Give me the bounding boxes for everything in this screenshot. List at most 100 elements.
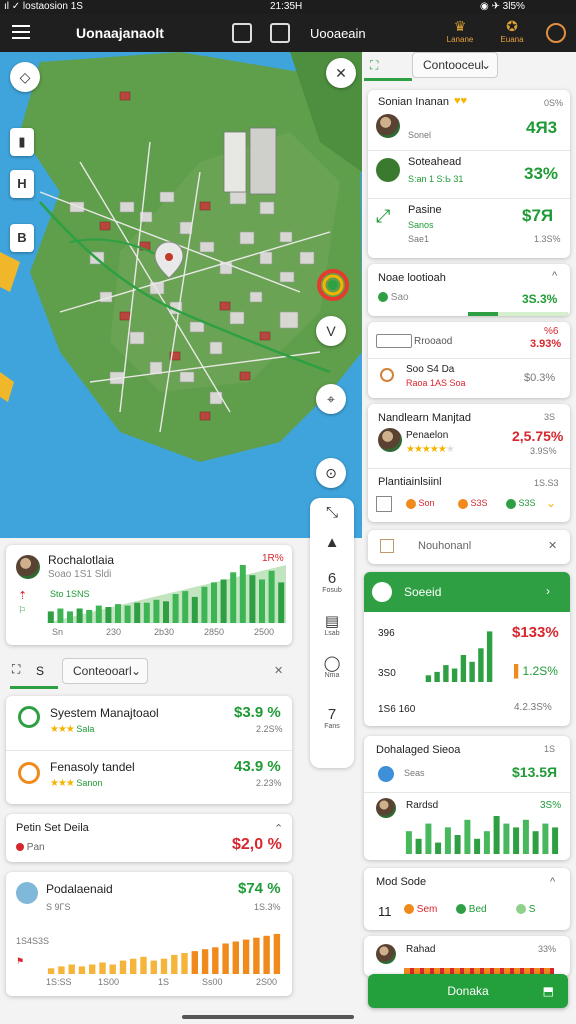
bar-9 <box>130 958 137 974</box>
map-tool-b[interactable]: B <box>10 224 34 252</box>
tool-expand[interactable]: ⤡ <box>310 504 354 521</box>
bar-12 <box>513 827 520 854</box>
right-manager-card[interactable]: Nandlearn Manjtad 3S Penaelon ★★★★★★ 2,5… <box>368 404 570 522</box>
bar-1 <box>405 831 412 854</box>
primary-action-button[interactable]: Donaka ⬒ <box>368 974 568 1008</box>
y-label: 1S4S3S <box>16 936 50 946</box>
map-marker-button[interactable]: ⌖ <box>316 384 346 414</box>
collapse-icon[interactable]: ^ <box>550 876 555 888</box>
left-orange-chart-card[interactable]: Podalaenaid S 9ΓS $74 % 1S.3% 1S4S3S ⚑ 1… <box>6 872 292 996</box>
tool-pin[interactable]: ▲ <box>310 534 354 551</box>
field-icon <box>376 334 412 348</box>
chevron-down-icon[interactable]: ⌄ <box>546 496 556 510</box>
list-item-rating: ★★★ Sala <box>50 724 95 735</box>
tab-indicator <box>10 686 58 689</box>
bar-19 <box>220 579 227 623</box>
right-notice-card[interactable]: Nouhonanl ✕ <box>368 530 570 564</box>
location-pin-icon[interactable]: ◇ <box>10 62 40 92</box>
brand-badge-1[interactable]: ♛ Lanane <box>440 18 480 44</box>
left-alert-card[interactable]: Petin Set Deila ⌃ Pan $2,0 % <box>6 814 292 862</box>
map-filter-button[interactable]: V <box>316 316 346 346</box>
tab-icon[interactable]: ⛶ <box>370 58 378 73</box>
row-top: 33% <box>538 944 557 954</box>
card-sub: Penaelon <box>406 430 449 441</box>
row-label-2: 3S0 <box>378 668 396 679</box>
card-top: 3S <box>544 412 556 422</box>
menu-icon[interactable] <box>12 25 30 39</box>
row-sub: Raoa 1AS Soa <box>406 378 466 388</box>
list-item-top: 0S% <box>544 98 564 108</box>
bar-1 <box>47 611 54 623</box>
map-canvas <box>0 52 362 462</box>
timer-icon[interactable] <box>546 23 566 43</box>
bar-9 <box>124 605 131 623</box>
bar-8 <box>115 604 121 623</box>
flag-icon: ⚑ <box>16 956 25 966</box>
city-map[interactable]: ◇ ✕ ▮ H B V ⌖ ⊙ <box>0 52 362 538</box>
bar-1 <box>425 675 432 682</box>
plant-avatar <box>16 555 40 579</box>
legend-3: S <box>516 904 535 915</box>
tool-fosub[interactable]: 6 Fosub <box>310 570 354 594</box>
left-close-button[interactable]: ✕ <box>274 664 283 677</box>
value-2: ▌1.2S% <box>514 664 558 678</box>
card-top: 1S <box>544 744 556 754</box>
progress-bar <box>468 312 568 316</box>
bar-5 <box>460 655 467 682</box>
map-close-button[interactable]: ✕ <box>326 58 356 88</box>
tab-icon[interactable]: ⛶ <box>12 662 20 677</box>
checkbox[interactable] <box>376 496 392 512</box>
bar-24 <box>268 570 275 623</box>
bar-5 <box>89 964 96 974</box>
bar-23 <box>259 579 265 623</box>
status-left: ıl ✓ lostaosion 1S <box>4 1 83 12</box>
green-chart-card[interactable]: Soeeid › 396 3S0 1S6 160 $133% ▌1.2S% 4.… <box>364 572 570 726</box>
tab-s[interactable]: S <box>36 664 44 678</box>
collapse-icon[interactable]: ^ <box>552 270 557 282</box>
right-mode-card[interactable]: Mod Sode ^ 11 Sem Bed S <box>364 868 570 930</box>
right-rahad-card[interactable]: Rahad 33% <box>364 936 570 976</box>
list-item-title: Fenasoly tandel <box>50 760 135 774</box>
grid-icon[interactable] <box>232 23 252 43</box>
list-item-sub2: 1.3S% <box>534 234 561 244</box>
map-locate-button[interactable]: ⊙ <box>316 458 346 488</box>
chevron-down-icon: ⌄ <box>130 664 141 678</box>
arrow-diagonal-icon: ⤢ <box>376 206 391 226</box>
map-tool-h[interactable]: H <box>10 170 34 198</box>
brand-badge-2[interactable]: ✪ Euana <box>492 18 532 44</box>
bar-4 <box>76 608 83 623</box>
user-avatar <box>376 944 396 964</box>
value-3: 4.2.3S% <box>514 702 552 713</box>
tool-nma[interactable]: ◯ Nma <box>310 654 354 679</box>
status-ring-icon <box>18 706 40 728</box>
value-top: %6 <box>544 326 559 337</box>
bar-5 <box>444 827 451 854</box>
right-field-card[interactable]: Rrooaod %6 3.93% Soo S4 Da Raoa 1AS Soa … <box>368 322 570 398</box>
doc-icon <box>380 539 394 553</box>
list-item-title: Syestem Manajtoaol <box>50 706 159 720</box>
chevron-right-icon[interactable]: › <box>546 584 550 598</box>
card-sub: Seas <box>404 768 425 778</box>
tool-lsab[interactable]: ▤ Lsab <box>310 612 354 637</box>
user-avatar <box>376 114 400 138</box>
card-title: Noae lootioah <box>378 272 446 284</box>
x-tick-1: 230 <box>106 627 122 637</box>
x-tick-1: 1S00 <box>98 977 120 987</box>
left-chart-card[interactable]: Rochalotlaia Soao 1S1 Sldi 1R% ⇡ ⚐ Sto 1… <box>6 545 292 645</box>
close-icon[interactable]: ✕ <box>548 539 557 552</box>
right-dataset-card[interactable]: Dohalaged Sieoa 1S Seas $13.5Я Rardsd 3S… <box>364 736 570 860</box>
chevron-up-icon[interactable]: ⌃ <box>274 822 283 835</box>
bar-6 <box>454 835 461 854</box>
info-icon <box>378 766 394 782</box>
row-title: Plantiainlsiinl <box>378 476 442 488</box>
right-location-card[interactable]: Noae lootioah ^ Sao 3S.3% <box>368 264 570 316</box>
image-icon[interactable] <box>270 23 290 43</box>
app-title: Uonaajanaolt <box>76 25 164 41</box>
left-dropdown[interactable]: Conteooarl ⌄ <box>62 658 148 684</box>
card-sub: Sao <box>378 292 409 303</box>
bar-3 <box>67 611 73 623</box>
map-layer-icon[interactable]: ▮ <box>10 128 34 156</box>
right-dropdown[interactable]: Contooceul ⌄ <box>412 52 498 78</box>
tool-fans[interactable]: 7 Fans <box>310 706 354 730</box>
bar-4 <box>451 668 458 682</box>
